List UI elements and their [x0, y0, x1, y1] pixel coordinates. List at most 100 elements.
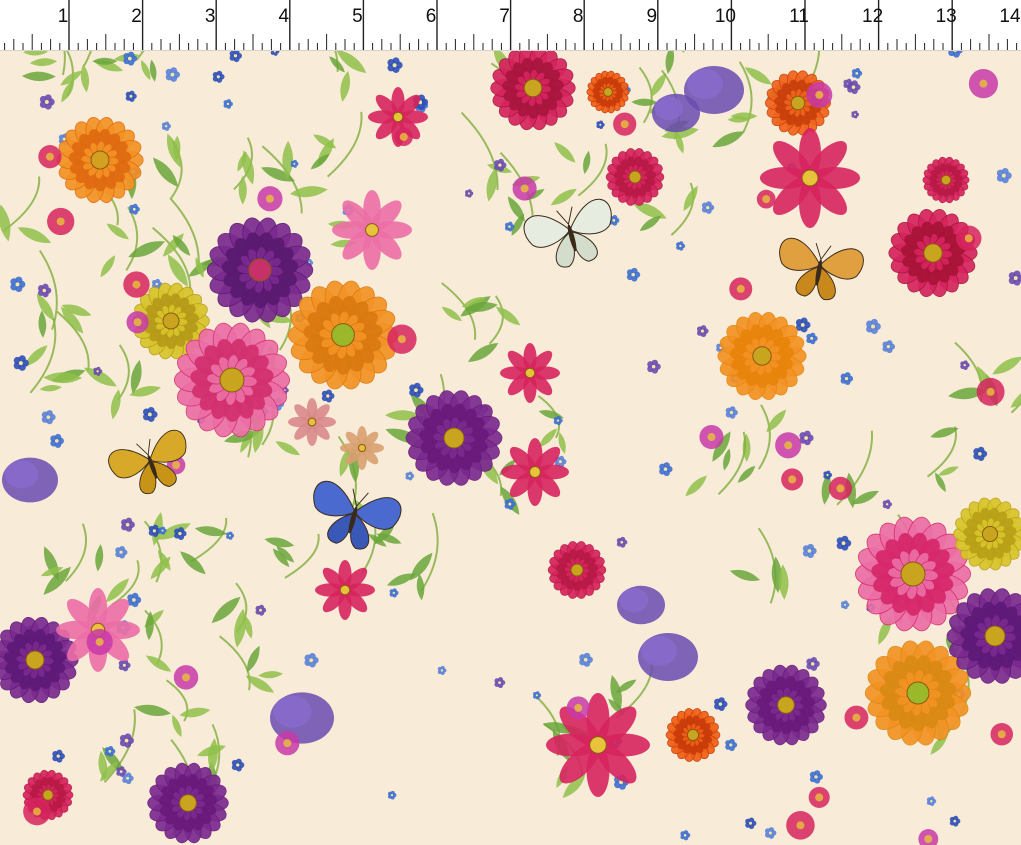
- flower-center: [940, 174, 952, 186]
- flower-center: [152, 529, 156, 533]
- petal: [748, 817, 755, 823]
- flower-center: [843, 603, 847, 606]
- small-dahlia: [976, 377, 1005, 406]
- flower-center: [529, 466, 541, 478]
- petal: [440, 665, 445, 671]
- flower-center: [762, 195, 771, 204]
- petal: [147, 406, 155, 414]
- flower-center: [248, 258, 272, 282]
- small-dahlia: [566, 696, 590, 720]
- flower-center: [814, 775, 818, 779]
- petal: [844, 372, 851, 379]
- petal: [131, 592, 139, 600]
- flower-center: [683, 833, 687, 837]
- flower-center: [800, 323, 805, 327]
- flower-center: [599, 123, 602, 126]
- flower-center: [133, 318, 142, 327]
- flower-center: [556, 419, 560, 422]
- flower-center: [978, 452, 982, 456]
- petal: [129, 90, 135, 96]
- flower-center: [440, 669, 444, 672]
- small-dahlia: [844, 705, 869, 730]
- flower-center: [216, 75, 220, 79]
- flower-center: [777, 696, 795, 714]
- petal: [508, 498, 514, 504]
- flower-center: [986, 387, 995, 396]
- flower-center: [930, 800, 933, 803]
- ruler-number: 5: [352, 6, 363, 27]
- petal: [977, 446, 985, 454]
- petal: [127, 51, 135, 59]
- flower-center: [399, 132, 408, 141]
- flower-center: [15, 282, 20, 287]
- petal: [631, 267, 638, 275]
- flower-center: [796, 821, 805, 830]
- ruler-number: 8: [572, 6, 584, 27]
- petal: [96, 366, 101, 371]
- flower-center: [467, 192, 471, 195]
- flower-center: [62, 137, 66, 141]
- small-dahlia: [512, 176, 537, 201]
- flower-center: [558, 460, 562, 464]
- petal: [718, 697, 725, 704]
- petal: [886, 340, 893, 347]
- cosmos-flower: [340, 426, 384, 470]
- flower-center: [583, 657, 588, 662]
- flower-center: [25, 650, 45, 670]
- flower-center: [628, 170, 642, 184]
- flower-center: [700, 329, 704, 333]
- ruler-number: 14: [999, 6, 1021, 27]
- cosmos-flower: [288, 398, 336, 446]
- measuring-ruler: 1 2 3 4 5 6 7 8 9 10 11 12 13 14: [0, 0, 1021, 51]
- flower-center: [122, 663, 126, 667]
- petal: [803, 430, 811, 438]
- petal: [325, 389, 332, 396]
- petal: [228, 531, 233, 536]
- flower-center: [736, 284, 745, 293]
- petal: [583, 652, 591, 660]
- flower-center: [801, 169, 819, 187]
- petal: [800, 317, 808, 325]
- small-dahlia: [173, 665, 199, 690]
- cosmos-flower: [501, 438, 569, 506]
- small-dahlia: [387, 324, 417, 354]
- flower-center: [707, 433, 716, 442]
- petal: [929, 796, 935, 801]
- flower-center: [233, 54, 238, 58]
- flower-center: [498, 681, 501, 685]
- ruler-number: 9: [646, 6, 658, 27]
- flower-center: [95, 637, 104, 646]
- petal: [498, 158, 504, 165]
- flower-center: [124, 738, 129, 743]
- small-dahlia: [86, 628, 113, 656]
- purple-bloom: [617, 585, 665, 625]
- petal: [843, 600, 848, 605]
- ruler-number: 7: [499, 6, 510, 27]
- petal: [810, 657, 818, 664]
- flower-center: [392, 111, 404, 123]
- flower-center: [219, 367, 245, 393]
- petal: [814, 770, 821, 777]
- flower-center: [178, 531, 182, 536]
- small-dahlia: [275, 731, 300, 756]
- petal: [164, 121, 170, 126]
- petal: [810, 332, 816, 338]
- flower-center: [164, 124, 168, 128]
- flower-center: [729, 743, 733, 747]
- petal: [679, 241, 684, 246]
- flower-center: [663, 467, 668, 471]
- ruler-number: 6: [425, 6, 437, 27]
- petal: [885, 499, 891, 504]
- cosmos-flower: [546, 693, 650, 797]
- flower-center: [1013, 276, 1018, 281]
- flower-center: [226, 102, 230, 106]
- flower-center: [523, 78, 543, 98]
- flower-center: [836, 484, 845, 493]
- flower-center: [852, 713, 861, 722]
- petal: [216, 70, 223, 77]
- flower-center: [651, 364, 656, 369]
- petal: [683, 830, 689, 835]
- flower-center: [807, 549, 812, 553]
- flower-center: [589, 736, 607, 754]
- flower-center: [365, 223, 379, 237]
